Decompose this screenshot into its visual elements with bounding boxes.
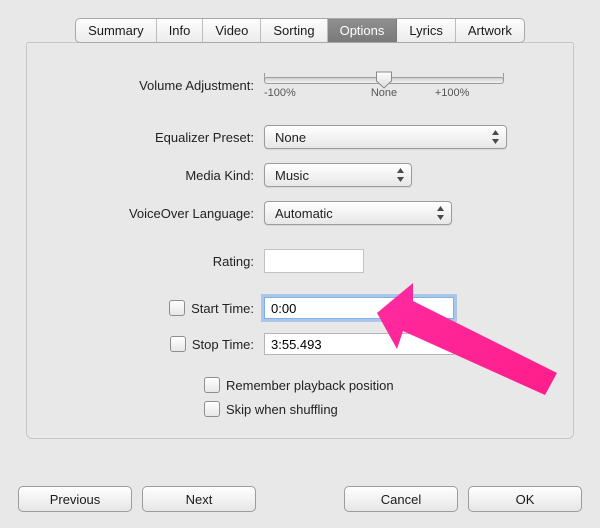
tab-info[interactable]: Info	[157, 19, 204, 42]
dialog-button-bar: Previous Next Cancel OK	[18, 486, 582, 512]
rating-label: Rating:	[49, 254, 264, 269]
tab-options[interactable]: Options	[328, 19, 398, 42]
remember-position-label: Remember playback position	[226, 378, 394, 393]
volume-slider[interactable]: -100% None +100%	[264, 71, 504, 99]
tab-artwork[interactable]: Artwork	[456, 19, 524, 42]
slider-min-label: -100%	[264, 87, 296, 99]
skip-shuffling-checkbox[interactable]	[204, 401, 220, 417]
voiceover-language-select[interactable]: Automatic	[264, 201, 452, 225]
tab-video[interactable]: Video	[203, 19, 261, 42]
equalizer-label: Equalizer Preset:	[49, 130, 264, 145]
chevron-updown-icon	[436, 206, 445, 220]
slider-max-label: +100%	[435, 87, 470, 99]
media-kind-value: Music	[275, 168, 309, 183]
stop-time-checkbox[interactable]	[170, 336, 186, 352]
ok-button[interactable]: OK	[468, 486, 582, 512]
start-time-label: Start Time:	[191, 301, 254, 316]
next-button[interactable]: Next	[142, 486, 256, 512]
options-panel: Volume Adjustment: -100% None +100%	[26, 43, 574, 439]
voiceover-language-value: Automatic	[275, 206, 333, 221]
tab-summary[interactable]: Summary	[76, 19, 157, 42]
previous-button[interactable]: Previous	[18, 486, 132, 512]
tab-lyrics[interactable]: Lyrics	[397, 19, 455, 42]
voiceover-label: VoiceOver Language:	[49, 206, 264, 221]
cancel-button[interactable]: Cancel	[344, 486, 458, 512]
tab-sorting[interactable]: Sorting	[261, 19, 327, 42]
start-time-field[interactable]	[264, 297, 454, 319]
skip-shuffling-label: Skip when shuffling	[226, 402, 338, 417]
remember-position-checkbox[interactable]	[204, 377, 220, 393]
tab-bar: SummaryInfoVideoSortingOptionsLyricsArtw…	[0, 0, 600, 43]
slider-mid-label: None	[371, 87, 397, 99]
start-time-checkbox[interactable]	[169, 300, 185, 316]
chevron-updown-icon	[491, 130, 500, 144]
equalizer-preset-value: None	[275, 130, 306, 145]
stop-time-label: Stop Time:	[192, 337, 254, 352]
stop-time-field[interactable]	[264, 333, 454, 355]
media-kind-select[interactable]: Music	[264, 163, 412, 187]
volume-label: Volume Adjustment:	[49, 78, 264, 93]
media-kind-label: Media Kind:	[49, 168, 264, 183]
equalizer-preset-select[interactable]: None	[264, 125, 507, 149]
rating-field[interactable]	[264, 249, 364, 273]
chevron-updown-icon	[396, 168, 405, 182]
song-options-dialog: SummaryInfoVideoSortingOptionsLyricsArtw…	[0, 0, 600, 528]
